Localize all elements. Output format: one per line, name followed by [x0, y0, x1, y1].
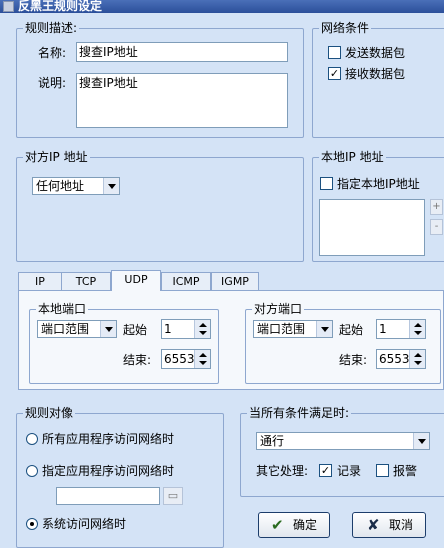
- spin-arrows-icon[interactable]: [409, 320, 425, 338]
- remote-ip-legend: 对方IP 地址: [23, 150, 90, 164]
- spin-arrows-icon[interactable]: [194, 350, 210, 368]
- local-port-legend: 本地端口: [36, 302, 89, 316]
- description-label: 说明:: [38, 76, 67, 90]
- local-port-mode-select[interactable]: 端口范围: [37, 320, 117, 338]
- radio-system-label: 系统访问网络时: [42, 517, 127, 531]
- local-port-start-stepper[interactable]: 1: [161, 319, 211, 339]
- name-input[interactable]: 搜查IP地址: [76, 42, 288, 62]
- local-port-end-stepper[interactable]: 65535: [161, 349, 211, 369]
- send-packets-checkbox[interactable]: [328, 46, 341, 59]
- action-select[interactable]: 通行: [256, 432, 430, 450]
- cancel-label: 取消: [389, 518, 414, 532]
- app-icon: [3, 1, 14, 12]
- remote-port-end-label: 结束:: [339, 353, 368, 367]
- remote-port-end-stepper[interactable]: 65535: [376, 349, 426, 369]
- checkmark-icon: ✔: [271, 516, 284, 534]
- close-icon: ✘: [367, 516, 380, 534]
- remote-port-mode-value: 端口范围: [257, 322, 306, 336]
- remove-ip-button[interactable]: -: [430, 219, 443, 235]
- remote-ip-select-value: 任何地址: [36, 179, 85, 193]
- radio-specified-app-label: 指定应用程序访问网络时: [42, 464, 175, 478]
- cancel-button[interactable]: ✘ 取消: [352, 512, 426, 538]
- alert-checkbox[interactable]: [376, 464, 389, 477]
- tab-ip[interactable]: IP: [18, 272, 62, 290]
- remote-port-legend: 对方端口: [252, 302, 305, 316]
- local-port-end-label: 结束:: [123, 353, 152, 367]
- local-ip-legend: 本地IP 地址: [319, 150, 386, 164]
- chevron-down-icon[interactable]: [103, 178, 119, 194]
- local-ip-list[interactable]: [319, 199, 425, 256]
- remote-port-mode-select[interactable]: 端口范围: [253, 320, 333, 338]
- radio-all-apps-label: 所有应用程序访问网络时: [42, 432, 175, 446]
- window-title: 反黑王规则设定: [18, 0, 103, 13]
- log-checkbox[interactable]: ✓: [319, 464, 332, 477]
- chevron-down-icon[interactable]: [316, 321, 332, 337]
- remote-port-start-label: 起始: [339, 323, 364, 337]
- ok-button[interactable]: ✔ 确定: [258, 512, 330, 538]
- description-textarea[interactable]: 搜查IP地址: [76, 73, 288, 128]
- local-port-start-label: 起始: [123, 323, 148, 337]
- title-bar: 反黑王规则设定: [0, 0, 444, 13]
- app-path-input[interactable]: [56, 487, 160, 505]
- tab-udp[interactable]: UDP: [111, 270, 161, 291]
- chevron-down-icon[interactable]: [413, 433, 429, 449]
- chevron-down-icon[interactable]: [100, 321, 116, 337]
- ok-label: 确定: [293, 518, 318, 532]
- radio-all-apps[interactable]: [26, 433, 38, 445]
- remote-port-start-value: 1: [379, 322, 387, 336]
- spin-arrows-icon[interactable]: [409, 350, 425, 368]
- local-port-mode-value: 端口范围: [41, 322, 90, 336]
- remote-ip-group: 对方IP 地址: [16, 150, 304, 262]
- name-label: 名称:: [38, 46, 67, 60]
- tab-tcp[interactable]: TCP: [61, 272, 111, 290]
- remote-ip-select[interactable]: 任何地址: [32, 177, 120, 195]
- specify-local-ip-label: 指定本地IP地址: [337, 177, 420, 191]
- action-select-value: 通行: [260, 434, 285, 448]
- send-packets-label: 发送数据包: [345, 46, 406, 60]
- log-label: 记录: [337, 464, 362, 478]
- spin-arrows-icon[interactable]: [194, 320, 210, 338]
- radio-specified-app[interactable]: [26, 465, 38, 477]
- network-conditions-group: 网络条件: [312, 21, 444, 138]
- other-handling-label: 其它处理:: [256, 464, 309, 478]
- remote-port-start-stepper[interactable]: 1: [376, 319, 426, 339]
- add-ip-button[interactable]: +: [430, 199, 443, 215]
- specify-local-ip-checkbox[interactable]: [320, 177, 333, 190]
- tab-igmp[interactable]: IGMP: [211, 272, 259, 290]
- rule-target-legend: 规则对像: [23, 406, 76, 420]
- all-conditions-group: 当所有条件满足时:: [240, 406, 444, 497]
- udp-tab-panel: 本地端口 端口范围 起始 1 结束: 65535 对方端口 端口范围 起始 1 …: [18, 290, 444, 390]
- all-conditions-legend: 当所有条件满足时:: [247, 406, 352, 420]
- network-conditions-legend: 网络条件: [319, 21, 372, 35]
- alert-label: 报警: [393, 464, 418, 478]
- radio-system[interactable]: [26, 518, 38, 530]
- local-port-start-value: 1: [164, 322, 172, 336]
- receive-packets-checkbox[interactable]: ✓: [328, 67, 341, 80]
- tab-icmp[interactable]: ICMP: [161, 272, 211, 290]
- folder-browse-icon[interactable]: ▭: [163, 487, 183, 505]
- receive-packets-label: 接收数据包: [345, 67, 406, 81]
- rule-description-legend: 规则描述:: [23, 21, 80, 35]
